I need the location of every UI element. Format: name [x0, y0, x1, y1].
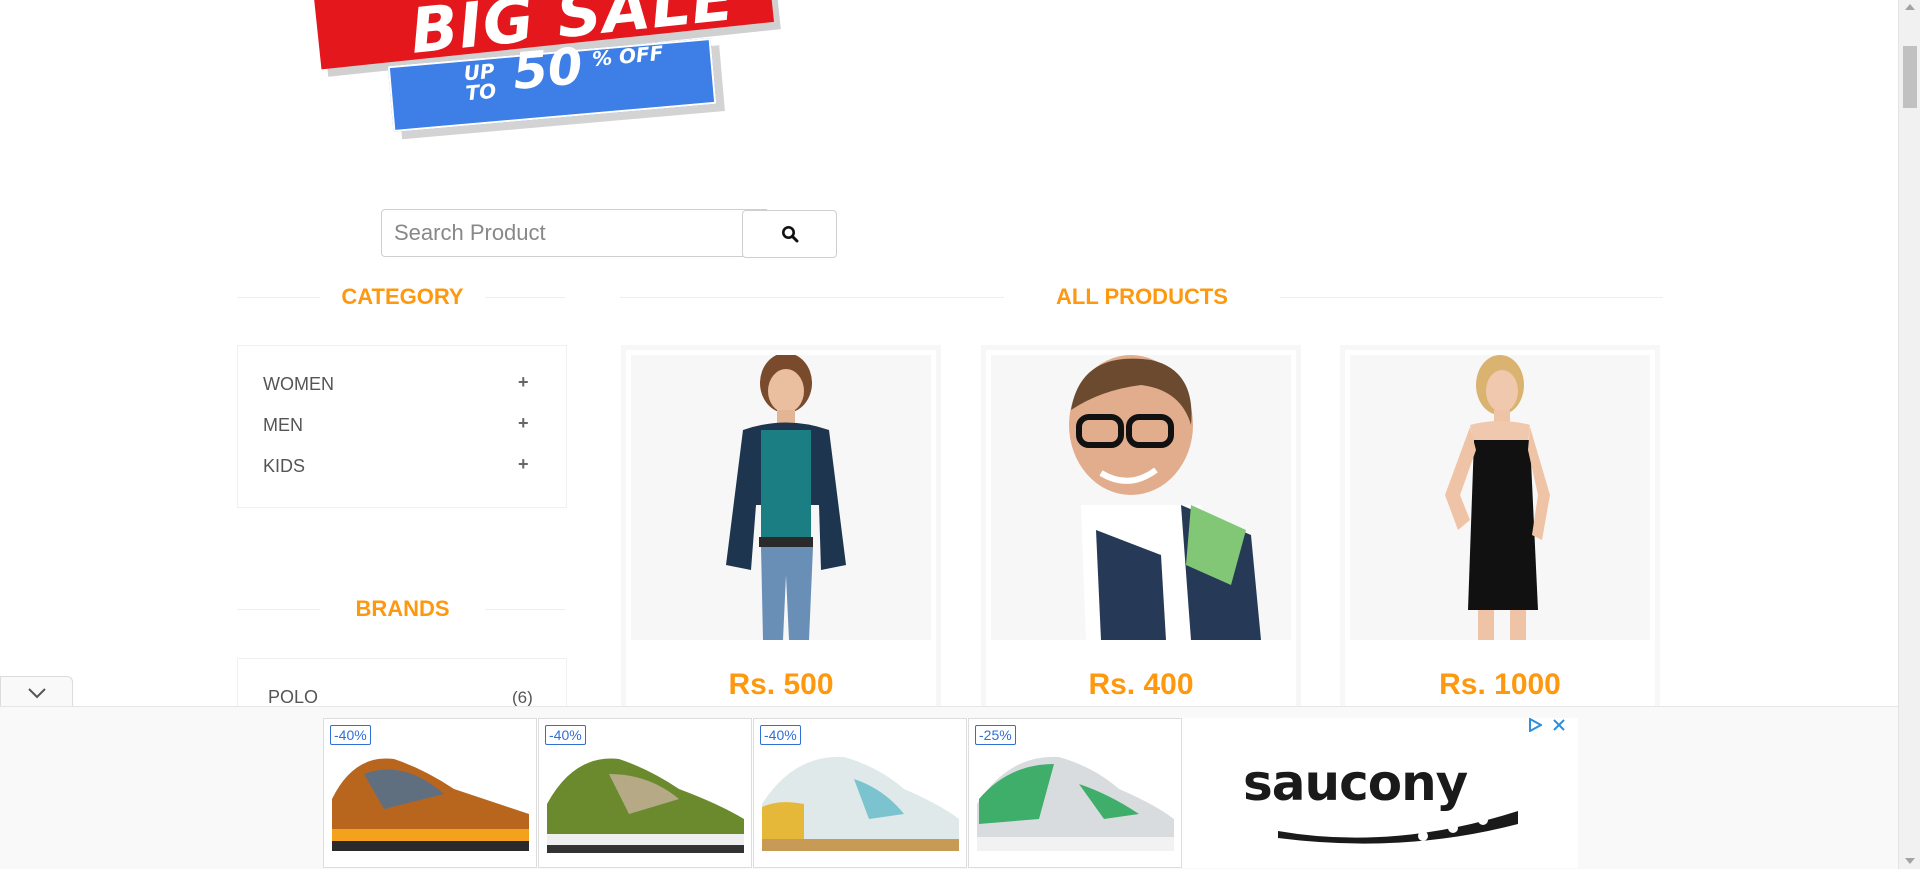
- scroll-down-icon[interactable]: [1905, 858, 1915, 864]
- ad-brand-panel[interactable]: saucony: [1183, 718, 1578, 866]
- divider-line: [237, 609, 320, 610]
- product-image-man-with-glasses[interactable]: [991, 355, 1291, 640]
- page-scrollbar[interactable]: [1898, 0, 1920, 869]
- scroll-up-icon[interactable]: [1905, 4, 1915, 10]
- discount-badge: -40%: [760, 725, 801, 745]
- product-image-woman-in-jacket[interactable]: [631, 355, 931, 640]
- plus-icon[interactable]: +: [518, 413, 529, 434]
- ad-shoe-tile[interactable]: -40%: [538, 718, 752, 868]
- product-price: Rs. 1000: [1439, 668, 1561, 701]
- search-bar: [381, 209, 837, 259]
- ad-shoe-tile[interactable]: -40%: [323, 718, 537, 868]
- divider-line: [1280, 297, 1663, 298]
- brands-title: BRANDS: [355, 596, 450, 621]
- discount-badge: -40%: [330, 725, 371, 745]
- banner-upto: UP TO: [462, 58, 498, 106]
- sale-banner[interactable]: BIG SALE UP TO 50 % OFF: [300, 0, 800, 132]
- divider-line: [485, 297, 565, 298]
- divider-line: [620, 297, 1004, 298]
- search-icon: [781, 226, 798, 243]
- ad-banner[interactable]: -40% -40% -40% -25% saucony: [323, 718, 1578, 868]
- category-panel: WOMEN + MEN + KIDS +: [237, 345, 567, 508]
- search-button[interactable]: [742, 210, 837, 258]
- discount-badge: -40%: [545, 725, 586, 745]
- plus-icon[interactable]: +: [518, 372, 529, 393]
- brand-count: (6): [512, 688, 533, 707]
- category-item-men[interactable]: MEN: [263, 415, 303, 436]
- close-icon[interactable]: [1552, 718, 1566, 732]
- product-price: Rs. 500: [728, 668, 834, 701]
- scroll-thumb[interactable]: [1903, 46, 1917, 108]
- plus-icon[interactable]: +: [518, 454, 529, 475]
- ad-collapse-button[interactable]: [0, 676, 73, 708]
- chevron-down-icon: [27, 687, 46, 698]
- divider-line: [237, 297, 320, 298]
- search-input[interactable]: [381, 209, 767, 257]
- all-products-title: ALL PRODUCTS: [1056, 284, 1228, 309]
- ad-controls: [1528, 718, 1566, 732]
- saucony-logo: saucony: [1243, 754, 1468, 812]
- ad-shoe-tile[interactable]: -25%: [968, 718, 1182, 868]
- product-price: Rs. 400: [1088, 668, 1194, 701]
- category-item-kids[interactable]: KIDS: [263, 456, 305, 477]
- product-image-woman-in-black-dress[interactable]: [1350, 355, 1650, 640]
- page: BIG SALE UP TO 50 % OFF CATEGORY WOMEN +…: [0, 0, 1898, 869]
- category-title: CATEGORY: [341, 284, 464, 309]
- banner-percent: 50: [510, 37, 585, 101]
- category-item-women[interactable]: WOMEN: [263, 374, 334, 395]
- divider-line: [485, 609, 565, 610]
- adchoices-icon[interactable]: [1528, 718, 1542, 732]
- discount-badge: -25%: [975, 725, 1016, 745]
- brand-item-polo[interactable]: POLO: [268, 687, 318, 708]
- ad-shoe-tile[interactable]: -40%: [753, 718, 967, 868]
- saucony-swoosh-icon: [1278, 811, 1518, 844]
